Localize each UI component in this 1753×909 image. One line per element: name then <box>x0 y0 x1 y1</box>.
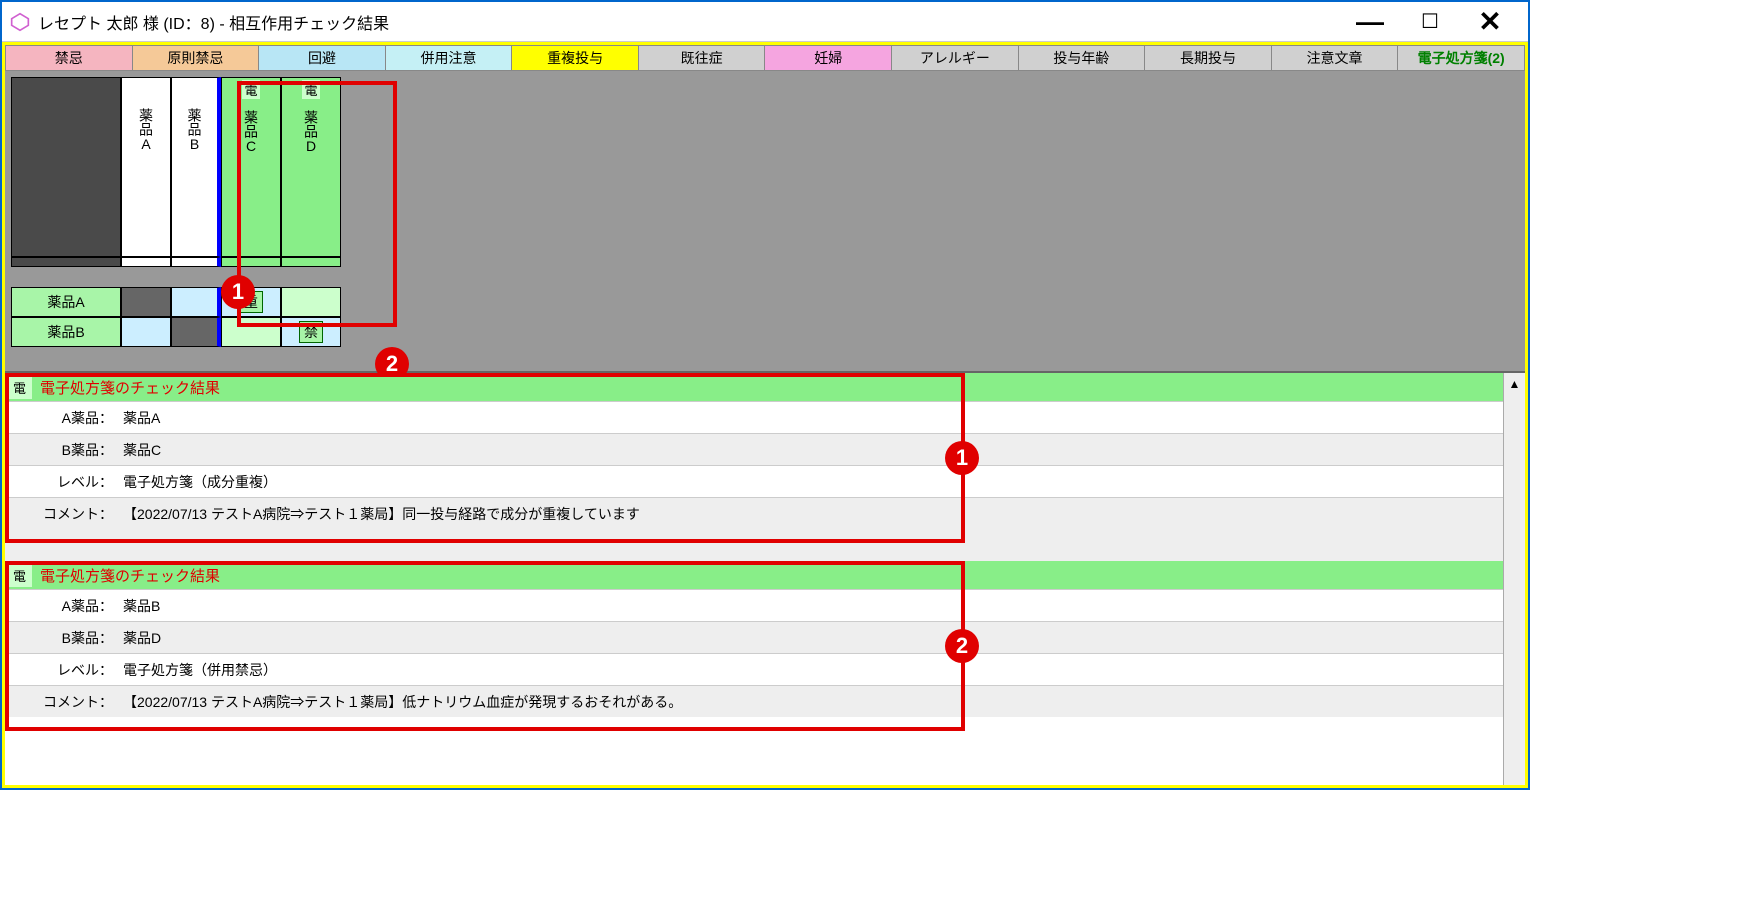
tab-7[interactable]: アレルギー <box>891 45 1018 71</box>
tab-0[interactable]: 禁忌 <box>5 45 132 71</box>
row-label: A薬品： <box>13 596 123 616</box>
row-value: 薬品D <box>123 628 161 648</box>
den-tag: 電 <box>302 80 319 99</box>
col-head-d-label: 薬品D <box>301 110 321 154</box>
app-window: レセプト 太郎 様 (ID：8) - 相互作用チェック結果 — ☐ ✕ 禁忌原則… <box>0 0 1530 790</box>
matrix-cell-ab <box>171 287 221 317</box>
row-label: レベル： <box>13 472 123 492</box>
spacer <box>5 529 1503 561</box>
result-row: B薬品：薬品D <box>5 621 1503 653</box>
window-controls: — ☐ ✕ <box>1340 4 1520 40</box>
close-button[interactable]: ✕ <box>1460 4 1520 40</box>
tab-9[interactable]: 長期投与 <box>1144 45 1271 71</box>
row-value: 【2022/07/13 テストA病院⇒テスト１薬局】低ナトリウム血症が発現するお… <box>123 692 682 712</box>
den-tag: 電 <box>7 564 32 587</box>
row-label: コメント： <box>13 692 123 712</box>
tab-2[interactable]: 回避 <box>258 45 385 71</box>
vertical-scrollbar[interactable]: ▲ <box>1503 373 1525 785</box>
matrix-cell-bc <box>221 317 281 347</box>
col-head-a-label: 薬品A <box>136 108 156 152</box>
contra-tag: 禁 <box>299 321 323 343</box>
callout-detail: 1 <box>945 441 979 475</box>
result-row: A薬品：薬品A <box>5 401 1503 433</box>
row-label: A薬品： <box>13 408 123 428</box>
result-block-1: 電電子処方箋のチェック結果A薬品：薬品BB薬品：薬品Dレベル：電子処方箋（併用禁… <box>5 561 1503 717</box>
row-value: 電子処方箋（併用禁忌） <box>123 660 277 680</box>
matrix-cell-ba <box>121 317 171 347</box>
details-area: 電電子処方箋のチェック結果A薬品：薬品AB薬品：薬品Cレベル：電子処方箋（成分重… <box>5 371 1525 785</box>
titlebar: レセプト 太郎 様 (ID：8) - 相互作用チェック結果 — ☐ ✕ <box>2 2 1528 42</box>
result-row: A薬品：薬品B <box>5 589 1503 621</box>
content: 禁忌原則禁忌回避併用注意重複投与既往症妊婦アレルギー投与年齢長期投与注意文章電子… <box>2 42 1528 788</box>
interaction-matrix: 薬品A 薬品B 電 薬品C 電 薬品D <box>11 77 341 347</box>
tabs-bar: 禁忌原則禁忌回避併用注意重複投与既往症妊婦アレルギー投与年齢長期投与注意文章電子… <box>5 45 1525 71</box>
matrix-cell-aa <box>121 287 171 317</box>
row-value: 【2022/07/13 テストA病院⇒テスト１薬局】同一投与経路で成分が重複して… <box>123 504 640 524</box>
result-row: レベル：電子処方箋（併用禁忌） <box>5 653 1503 685</box>
result-title: 電子処方箋のチェック結果 <box>40 565 220 586</box>
interaction-matrix-area: 薬品A 薬品B 電 薬品C 電 薬品D <box>5 71 1525 371</box>
matrix-cell <box>121 257 171 267</box>
row-head-a-label: 薬品A <box>47 292 84 312</box>
col-head-b-label: 薬品B <box>185 108 205 152</box>
row-value: 薬品B <box>123 596 160 616</box>
row-value: 電子処方箋（成分重複） <box>123 472 277 492</box>
tab-6[interactable]: 妊婦 <box>764 45 891 71</box>
matrix-corner <box>11 77 121 257</box>
den-tag: 電 <box>242 80 259 99</box>
window-title: レセプト 太郎 様 (ID：8) - 相互作用チェック結果 <box>38 10 389 34</box>
row-value: 薬品A <box>123 408 160 428</box>
row-label: コメント： <box>13 504 123 524</box>
row-head-b[interactable]: 薬品B <box>11 317 121 347</box>
app-icon <box>10 12 30 32</box>
col-head-c[interactable]: 電 薬品C <box>221 77 281 257</box>
result-title: 電子処方箋のチェック結果 <box>40 377 220 398</box>
tab-1[interactable]: 原則禁忌 <box>132 45 259 71</box>
matrix-cell <box>281 257 341 267</box>
matrix-cell-bb <box>171 317 221 347</box>
result-block-0: 電電子処方箋のチェック結果A薬品：薬品AB薬品：薬品Cレベル：電子処方箋（成分重… <box>5 373 1503 529</box>
result-header: 電電子処方箋のチェック結果 <box>5 373 1503 401</box>
row-head-b-label: 薬品B <box>47 322 84 342</box>
row-label: レベル： <box>13 660 123 680</box>
result-row: コメント：【2022/07/13 テストA病院⇒テスト１薬局】低ナトリウム血症が… <box>5 685 1503 717</box>
scroll-up-icon[interactable]: ▲ <box>1509 377 1521 391</box>
row-value: 薬品C <box>123 440 161 460</box>
tab-5[interactable]: 既往症 <box>638 45 765 71</box>
matrix-cell-bd[interactable]: 禁 <box>281 317 341 347</box>
tab-10[interactable]: 注意文章 <box>1271 45 1398 71</box>
matrix-cell <box>221 257 281 267</box>
col-head-a[interactable]: 薬品A <box>121 77 171 257</box>
callout-detail: 2 <box>945 629 979 663</box>
tab-11[interactable]: 電子処方箋(2) <box>1397 45 1525 71</box>
tab-4[interactable]: 重複投与 <box>511 45 638 71</box>
minimize-button[interactable]: — <box>1340 4 1400 40</box>
den-tag: 電 <box>7 376 32 399</box>
matrix-cell-ad <box>281 287 341 317</box>
matrix-cell <box>11 257 121 267</box>
col-head-b[interactable]: 薬品B <box>171 77 221 257</box>
col-head-c-label: 薬品C <box>241 110 261 154</box>
details-list: 電電子処方箋のチェック結果A薬品：薬品AB薬品：薬品Cレベル：電子処方箋（成分重… <box>5 373 1503 785</box>
row-head-a[interactable]: 薬品A <box>11 287 121 317</box>
matrix-cell <box>171 257 221 267</box>
result-row: レベル：電子処方箋（成分重複） <box>5 465 1503 497</box>
tab-8[interactable]: 投与年齢 <box>1018 45 1145 71</box>
tab-3[interactable]: 併用注意 <box>385 45 512 71</box>
maximize-button[interactable]: ☐ <box>1400 4 1460 40</box>
row-label: B薬品： <box>13 628 123 648</box>
result-row: コメント：【2022/07/13 テストA病院⇒テスト１薬局】同一投与経路で成分… <box>5 497 1503 529</box>
callout-1: 1 <box>221 275 255 309</box>
col-head-d[interactable]: 電 薬品D <box>281 77 341 257</box>
result-header: 電電子処方箋のチェック結果 <box>5 561 1503 589</box>
result-row: B薬品：薬品C <box>5 433 1503 465</box>
row-label: B薬品： <box>13 440 123 460</box>
